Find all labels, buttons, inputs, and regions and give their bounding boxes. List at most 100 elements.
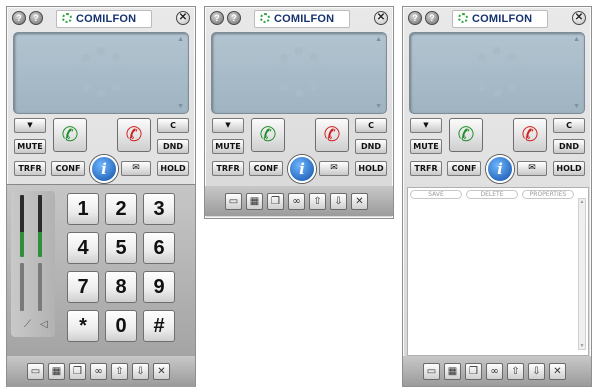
keypad-key[interactable]: 6 (143, 232, 175, 264)
contacts-list[interactable]: SAVE DELETE PROPERTIES ▲ ▼ (407, 187, 589, 356)
info-button[interactable]: i (486, 155, 514, 183)
help-icon[interactable]: ? (29, 11, 43, 25)
voicemail-icon[interactable]: ∞ (90, 363, 107, 380)
keypad-key[interactable]: 9 (143, 271, 175, 303)
scroll-up-icon[interactable]: ▲ (579, 199, 585, 205)
hangup-call-icon: ✆ (323, 124, 341, 146)
transfer-button[interactable]: TRFR (410, 161, 442, 176)
close-icon[interactable]: ✕ (572, 11, 586, 25)
mute-button[interactable]: MUTE (212, 139, 244, 154)
answer-call-button[interactable]: ✆ (251, 118, 285, 152)
message-button[interactable]: ✉ (319, 161, 349, 176)
voicemail-icon[interactable]: ∞ (288, 193, 305, 210)
help-icon[interactable]: ? (227, 11, 241, 25)
keypad-key[interactable]: # (143, 310, 175, 342)
logo-icon (260, 13, 270, 23)
scroll-down-icon[interactable]: ▼ (573, 103, 580, 110)
message-button[interactable]: ✉ (121, 161, 151, 176)
transfer-button[interactable]: TRFR (14, 161, 46, 176)
keypad-key[interactable]: 8 (105, 271, 137, 303)
envelope-icon: ✉ (132, 163, 140, 173)
close-icon[interactable]: ✕ (153, 363, 170, 380)
arrow-up-icon[interactable]: ⇧ (309, 193, 326, 210)
scrollbar[interactable]: ▲ ▼ (578, 198, 586, 350)
phone-icon[interactable]: ▭ (27, 363, 44, 380)
keypad-icon[interactable]: ▦ (48, 363, 65, 380)
phone-icon[interactable]: ▭ (225, 193, 242, 210)
conference-button[interactable]: CONF (447, 161, 481, 176)
hold-button[interactable]: HOLD (157, 161, 189, 176)
voicemail-icon[interactable]: ∞ (486, 363, 503, 380)
book-icon[interactable]: ❒ (69, 363, 86, 380)
scroll-down-icon[interactable]: ▼ (375, 103, 382, 110)
message-button[interactable]: ✉ (517, 161, 547, 176)
dnd-button[interactable]: DND (355, 139, 387, 154)
close-icon[interactable]: ✕ (374, 11, 388, 25)
hangup-call-button[interactable]: ✆ (117, 118, 151, 152)
help-icon[interactable]: ? (12, 11, 26, 25)
toolbar: ▭ ▦ ❒ ∞ ⇧ ⇩ ✕ (205, 186, 393, 216)
hangup-call-button[interactable]: ✆ (315, 118, 349, 152)
speaker-volume-slider[interactable] (38, 263, 42, 311)
conference-button[interactable]: CONF (249, 161, 283, 176)
hold-button[interactable]: HOLD (355, 161, 387, 176)
save-button[interactable]: SAVE (410, 190, 462, 199)
arrow-down-icon[interactable]: ⇩ (132, 363, 149, 380)
keypad-key[interactable]: 3 (143, 193, 175, 225)
clear-button[interactable]: C (157, 118, 189, 133)
help-icon[interactable]: ? (408, 11, 422, 25)
softphone-contacts-view: ? ? COMILFON ✕ ▲ ▼ ▼ MUTE TRFR CONF ✆ ✆ … (402, 6, 592, 387)
dropdown-button[interactable]: ▼ (212, 118, 244, 133)
mute-button[interactable]: MUTE (410, 139, 442, 154)
logo-icon (62, 13, 72, 23)
arrow-up-icon[interactable]: ⇧ (111, 363, 128, 380)
keypad-key[interactable]: 4 (67, 232, 99, 264)
clear-button[interactable]: C (553, 118, 585, 133)
dropdown-button[interactable]: ▼ (14, 118, 46, 133)
hangup-call-button[interactable]: ✆ (513, 118, 547, 152)
answer-call-button[interactable]: ✆ (449, 118, 483, 152)
mute-button[interactable]: MUTE (14, 139, 46, 154)
microphone-icon: ⟋ (24, 319, 31, 330)
properties-button[interactable]: PROPERTIES (522, 190, 574, 199)
close-icon[interactable]: ✕ (549, 363, 566, 380)
answer-call-button[interactable]: ✆ (53, 118, 87, 152)
close-icon[interactable]: ✕ (176, 11, 190, 25)
scroll-down-icon[interactable]: ▼ (579, 343, 585, 349)
conference-button[interactable]: CONF (51, 161, 85, 176)
arrow-up-icon[interactable]: ⇧ (507, 363, 524, 380)
loading-spinner-icon (472, 47, 522, 97)
keypad-icon[interactable]: ▦ (444, 363, 461, 380)
dnd-button[interactable]: DND (553, 139, 585, 154)
keypad-key[interactable]: 5 (105, 232, 137, 264)
book-icon[interactable]: ❒ (465, 363, 482, 380)
keypad-key[interactable]: 7 (67, 271, 99, 303)
transfer-button[interactable]: TRFR (212, 161, 244, 176)
softphone-keypad-view: ? ? COMILFON ✕ ▲ ▼ ▼ MUTE TRFR CONF ✆ ✆ … (6, 6, 196, 387)
hold-button[interactable]: HOLD (553, 161, 585, 176)
delete-button[interactable]: DELETE (466, 190, 518, 199)
dropdown-button[interactable]: ▼ (410, 118, 442, 133)
keypad-key[interactable]: 2 (105, 193, 137, 225)
info-button[interactable]: i (90, 155, 118, 183)
dnd-button[interactable]: DND (157, 139, 189, 154)
book-icon[interactable]: ❒ (267, 193, 284, 210)
help-icon[interactable]: ? (425, 11, 439, 25)
close-icon[interactable]: ✕ (351, 193, 368, 210)
envelope-icon: ✉ (330, 163, 338, 173)
keypad-key[interactable]: 0 (105, 310, 137, 342)
scroll-up-icon[interactable]: ▲ (375, 36, 382, 43)
mic-volume-slider[interactable] (20, 263, 24, 311)
scroll-down-icon[interactable]: ▼ (177, 103, 184, 110)
keypad-key[interactable]: * (67, 310, 99, 342)
help-icon[interactable]: ? (210, 11, 224, 25)
arrow-down-icon[interactable]: ⇩ (330, 193, 347, 210)
keypad-key[interactable]: 1 (67, 193, 99, 225)
phone-icon[interactable]: ▭ (423, 363, 440, 380)
keypad-icon[interactable]: ▦ (246, 193, 263, 210)
arrow-down-icon[interactable]: ⇩ (528, 363, 545, 380)
info-button[interactable]: i (288, 155, 316, 183)
clear-button[interactable]: C (355, 118, 387, 133)
scroll-up-icon[interactable]: ▲ (177, 36, 184, 43)
scroll-up-icon[interactable]: ▲ (573, 36, 580, 43)
